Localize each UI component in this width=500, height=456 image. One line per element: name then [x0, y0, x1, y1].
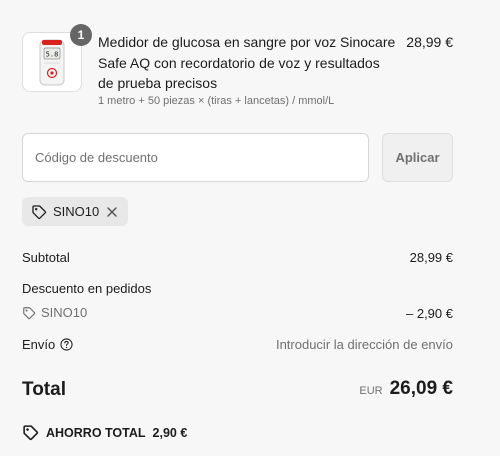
applied-code-label: SINO10 — [53, 204, 100, 219]
savings-label: AHORRO TOTAL — [46, 425, 146, 440]
discount-code-input[interactable] — [22, 133, 369, 182]
savings-value: 2,90 € — [152, 425, 188, 440]
apply-discount-button[interactable]: Aplicar — [382, 133, 453, 182]
product-title: Medidor de glucosa en sangre por voz Sin… — [98, 34, 396, 91]
tag-icon — [22, 306, 36, 320]
help-icon[interactable] — [60, 338, 73, 351]
applied-discount-tag: SINO10 — [22, 197, 129, 226]
subtotal-label: Subtotal — [22, 250, 70, 265]
currency-code: EUR — [359, 385, 383, 397]
savings-icon — [22, 424, 39, 441]
shipping-value: Introducir la dirección de envío — [275, 337, 453, 352]
tag-icon — [31, 204, 47, 220]
total-label: Total — [22, 379, 66, 400]
subtotal-value: 28,99 € — [409, 250, 453, 265]
total-savings: AHORRO TOTAL 2,90 € — [22, 424, 187, 441]
product-variant: 1 metro + 50 piezas × (tiras + lancetas)… — [98, 95, 335, 107]
order-discount-label: Descuento en pedidos — [22, 281, 152, 296]
total-amount: 26,09 € — [389, 378, 453, 399]
meter-display-reading: 5.8 — [46, 51, 59, 59]
order-discount-code-label: SINO10 — [41, 305, 88, 320]
close-icon[interactable] — [105, 205, 119, 219]
order-discount-code: SINO10 — [22, 305, 87, 320]
order-discount-value: – 2,90 € — [406, 306, 453, 321]
product-price: 28,99 € — [406, 34, 453, 50]
total-row-value: EUR 26,09 € — [359, 378, 453, 400]
shipping-label: Envío — [22, 337, 56, 352]
quantity-badge: 1 — [70, 24, 92, 46]
shipping-row: Envío — [22, 337, 73, 352]
